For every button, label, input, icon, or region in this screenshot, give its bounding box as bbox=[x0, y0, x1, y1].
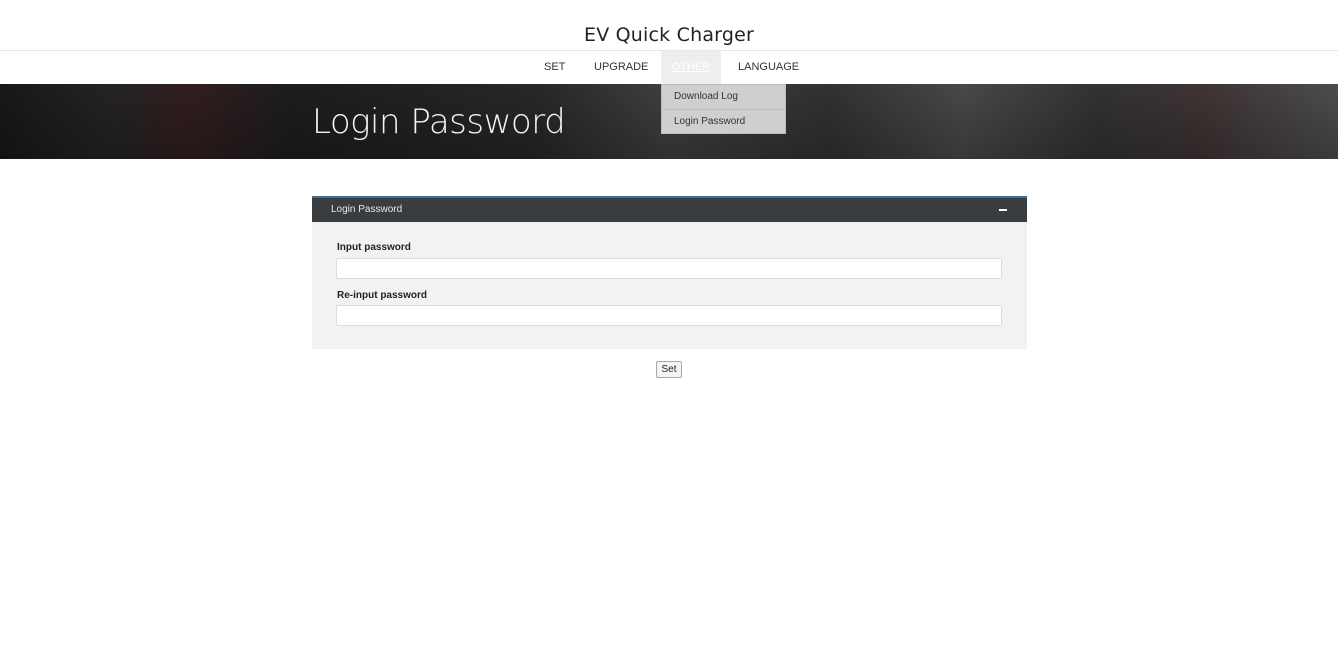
input-password-label: Input password bbox=[337, 242, 411, 253]
nav-item-other[interactable]: OTHER bbox=[661, 51, 721, 84]
site-title: EV Quick Charger bbox=[0, 0, 1338, 50]
dropdown-item-download-log[interactable]: Download Log bbox=[662, 85, 785, 110]
nav-item-language[interactable]: LANGUAGE bbox=[738, 51, 799, 84]
reinput-password-label: Re-input password bbox=[337, 290, 428, 301]
other-dropdown-menu: Download Log Login Password bbox=[661, 84, 786, 134]
site-title-text: EV Quick Charger bbox=[584, 24, 754, 46]
main-navbar: SET UPGRADE OTHER LANGUAGE bbox=[0, 50, 1338, 84]
nav-item-set[interactable]: SET bbox=[544, 51, 565, 84]
panel-title: Login Password bbox=[331, 204, 403, 215]
reinput-password-field[interactable] bbox=[336, 305, 1002, 326]
login-password-panel: Login Password Input password Re-input p… bbox=[312, 196, 1027, 349]
dropdown-item-login-password[interactable]: Login Password bbox=[662, 110, 785, 135]
nav-item-upgrade[interactable]: UPGRADE bbox=[594, 51, 648, 84]
set-button[interactable]: Set bbox=[656, 361, 682, 378]
panel-header: Login Password bbox=[312, 196, 1027, 222]
minus-icon[interactable] bbox=[999, 209, 1007, 211]
input-password-field[interactable] bbox=[336, 258, 1002, 279]
page-title: Login Password bbox=[312, 102, 566, 142]
